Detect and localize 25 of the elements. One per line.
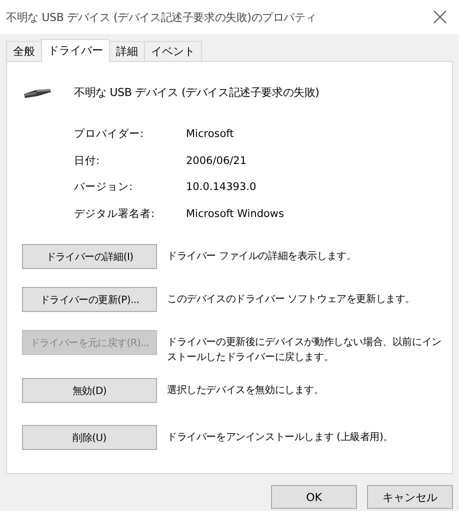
property-value: Microsoft Windows: [186, 206, 285, 222]
action-description: このデバイスのドライバー ソフトウェアを更新します。: [167, 292, 416, 307]
window-title: 不明な USB デバイス (デバイス記述子要求の失敗)のプロパティ: [6, 10, 316, 24]
dialog-button[interactable]: キャンセル: [367, 485, 453, 509]
dialog-button[interactable]: OK: [271, 485, 357, 509]
property-value: 10.0.14393.0: [186, 180, 258, 195]
tab[interactable]: イベント: [144, 41, 202, 61]
device-name: 不明な USB デバイス (デバイス記述子要求の失敗): [74, 84, 320, 100]
property-value: Microsoft: [186, 127, 235, 142]
action-button[interactable]: ドライバーの詳細(I): [22, 244, 157, 269]
tab[interactable]: 全般: [6, 41, 42, 61]
property-label: デジタル署名者:: [74, 206, 156, 222]
action-description: 選択したデバイスを無効にします。: [167, 384, 325, 398]
tab[interactable]: ドライバー: [41, 39, 110, 62]
action-description: ドライバーの更新後にデバイスが動作しない場合、以前にインストールしたドライバーに戻します。: [167, 336, 442, 365]
property-label: 日付:: [74, 154, 101, 168]
action-button[interactable]: 無効(D): [22, 378, 157, 403]
property-value: 2006/06/21: [186, 154, 248, 168]
property-label: バージョン:: [74, 180, 134, 195]
close-icon[interactable]: [433, 10, 447, 24]
action-description: ドライバー ファイルの詳細を表示します。: [167, 250, 358, 264]
action-button[interactable]: ドライバーの更新(P)...: [22, 287, 157, 312]
action-description: ドライバーをアンインストールします (上級者用)。: [167, 430, 394, 445]
property-label: プロバイダー:: [74, 127, 145, 142]
action-button[interactable]: 削除(U): [22, 425, 157, 450]
